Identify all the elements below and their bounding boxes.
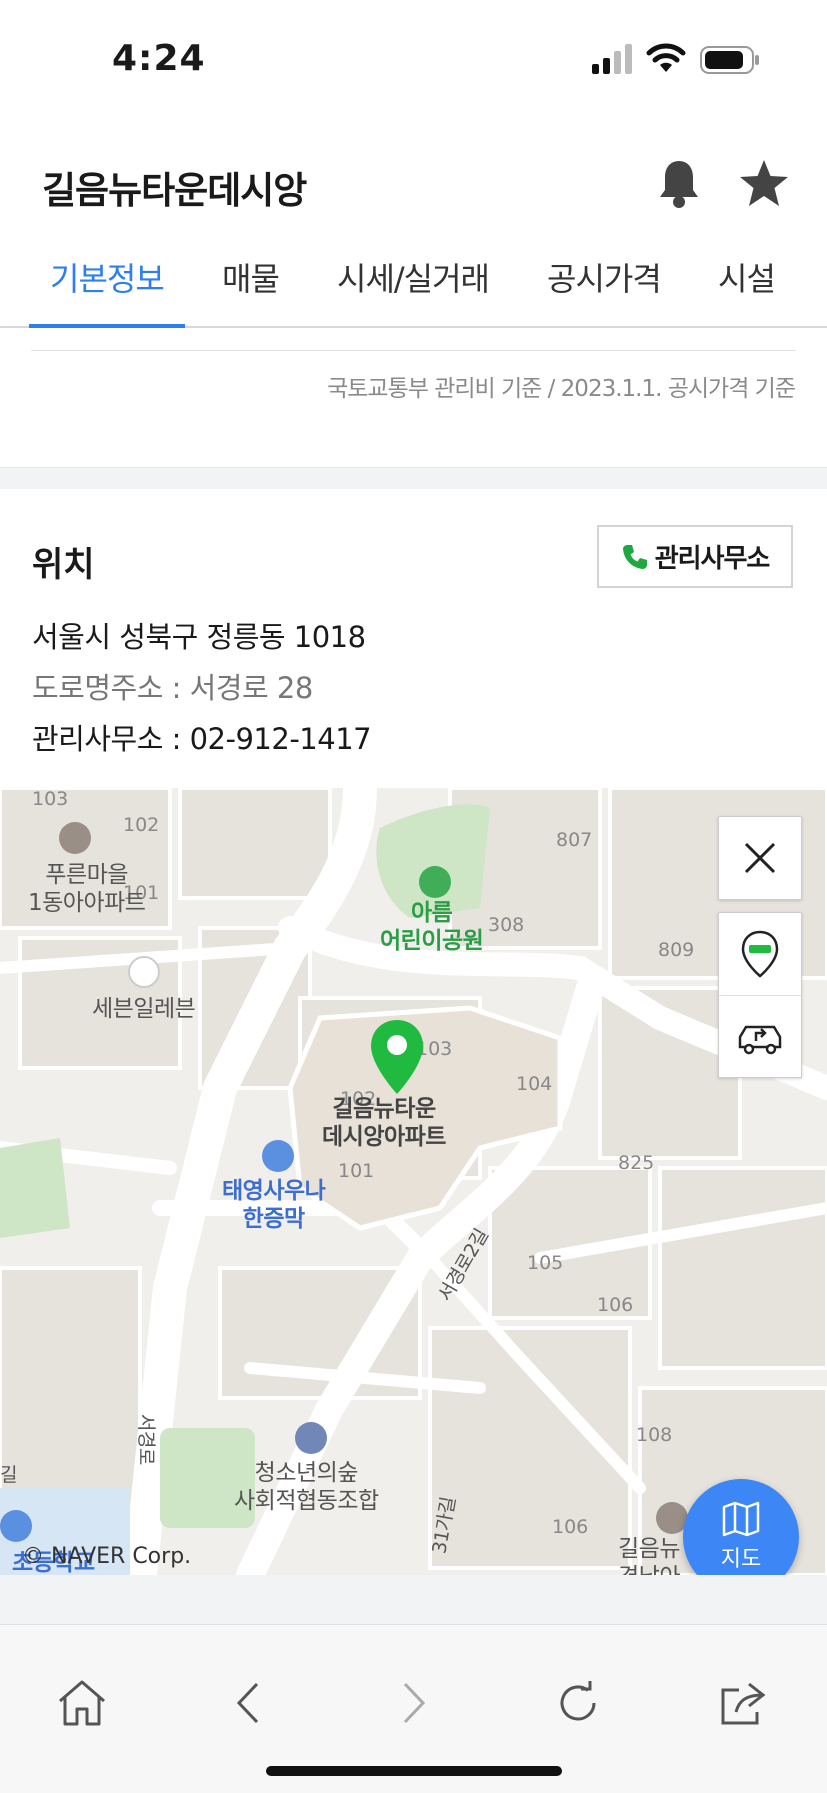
location-section-title: 위치	[32, 545, 95, 585]
map-icon	[722, 1501, 760, 1537]
reload-button[interactable]	[548, 1673, 608, 1733]
map-close-button[interactable]	[719, 817, 801, 899]
transit-pin-icon	[741, 930, 779, 978]
battery-icon	[700, 46, 759, 74]
road-address: 도로명주소 : 서경로 28	[32, 671, 313, 705]
map-copyright: © NAVER Corp.	[22, 1544, 192, 1569]
building-number: 102	[123, 814, 160, 836]
map-label-coop: 청소년의숲 사회적협동조합	[234, 1460, 379, 1514]
location-marker-icon	[371, 1020, 423, 1094]
map-label-purun: 푸른마을 1동아아파트	[28, 862, 146, 916]
tab-prices[interactable]: 시세/실거래	[337, 254, 490, 300]
apartment-poi-icon	[59, 822, 91, 854]
building-number: 105	[527, 1252, 564, 1274]
tab-listings[interactable]: 매물	[222, 254, 280, 300]
car-route-button[interactable]	[719, 995, 801, 1077]
open-map-button-label: 지도	[720, 1547, 762, 1572]
home-icon	[59, 1680, 105, 1726]
browser-toolbar	[0, 1625, 827, 1793]
location-map[interactable]: 103 102 101 807 308 809 103 104 102 101 …	[0, 788, 827, 1575]
school-poi-icon	[0, 1510, 32, 1542]
sauna-poi-icon	[262, 1140, 294, 1172]
phone-icon	[622, 544, 647, 569]
tab-bar: 기본정보 매물 시세/실거래 공시가격 시설	[0, 240, 827, 328]
map-label-road-seogyeong: 서경로	[134, 1413, 157, 1465]
building-number: 308	[488, 914, 525, 936]
data-source-notice: 국토교통부 관리비 기준 / 2023.1.1. 공시가격 기준	[327, 376, 796, 402]
map-close-control	[718, 816, 802, 900]
divider	[31, 350, 796, 351]
forward-button[interactable]	[384, 1673, 444, 1733]
tab-active-indicator	[29, 324, 185, 328]
tab-facilities[interactable]: 시설	[718, 254, 776, 300]
chevron-right-icon	[403, 1682, 426, 1724]
building-number: 104	[516, 1073, 553, 1095]
reload-icon	[560, 1681, 596, 1721]
map-label-sauna: 태영사우나 한증막	[222, 1178, 326, 1232]
favorite-star-icon[interactable]	[738, 158, 790, 208]
bell-icon[interactable]	[656, 158, 702, 210]
building-number: 807	[556, 829, 593, 851]
park-poi-icon	[419, 866, 451, 898]
share-icon	[721, 1682, 766, 1725]
lot-address: 서울시 성북구 정릉동 1018	[32, 620, 366, 654]
chevron-left-icon	[236, 1682, 259, 1724]
cellular-signal-icon	[592, 44, 632, 74]
map-label-bottom-right: 길음뉴 경남아	[618, 1536, 680, 1575]
building-number: 108	[636, 1424, 673, 1446]
close-icon	[744, 842, 776, 874]
map-label-apartment: 길음뉴타운 데시앙아파트	[322, 1096, 446, 1150]
office-phone[interactable]: 관리사무소 : 02-912-1417	[32, 716, 372, 758]
building-number: 825	[618, 1152, 655, 1174]
building-number: 809	[658, 939, 695, 961]
call-office-button[interactable]: 관리사무소	[597, 525, 793, 588]
status-bar: 4:24	[0, 0, 827, 120]
map-route-controls	[718, 912, 802, 1078]
building-number: 106	[597, 1294, 634, 1316]
organization-poi-icon	[295, 1422, 327, 1454]
map-label-seven: 세븐일레븐	[92, 996, 196, 1022]
car-route-icon	[738, 1025, 782, 1054]
section-separator	[0, 467, 827, 489]
building-number: 103	[32, 788, 69, 810]
map-label-gil: 길	[0, 1464, 17, 1486]
transit-route-button[interactable]	[719, 913, 801, 995]
wifi-icon	[646, 43, 686, 72]
map-label-park: 아름 어린이공원	[380, 900, 484, 954]
section-separator	[0, 1575, 827, 1625]
tab-official-price[interactable]: 공시가격	[547, 254, 662, 300]
status-time: 4:24	[112, 38, 206, 79]
building-number: 106	[552, 1516, 589, 1538]
share-button[interactable]	[714, 1673, 774, 1733]
convenience-store-icon	[128, 956, 160, 988]
tab-basic-info[interactable]: 기본정보	[50, 254, 165, 300]
building-number: 101	[338, 1160, 375, 1182]
home-indicator	[266, 1766, 562, 1776]
back-button[interactable]	[218, 1673, 278, 1733]
page-title: 길음뉴타운데시앙	[42, 169, 307, 212]
call-office-button-label: 관리사무소	[654, 544, 771, 574]
home-button[interactable]	[52, 1673, 112, 1733]
